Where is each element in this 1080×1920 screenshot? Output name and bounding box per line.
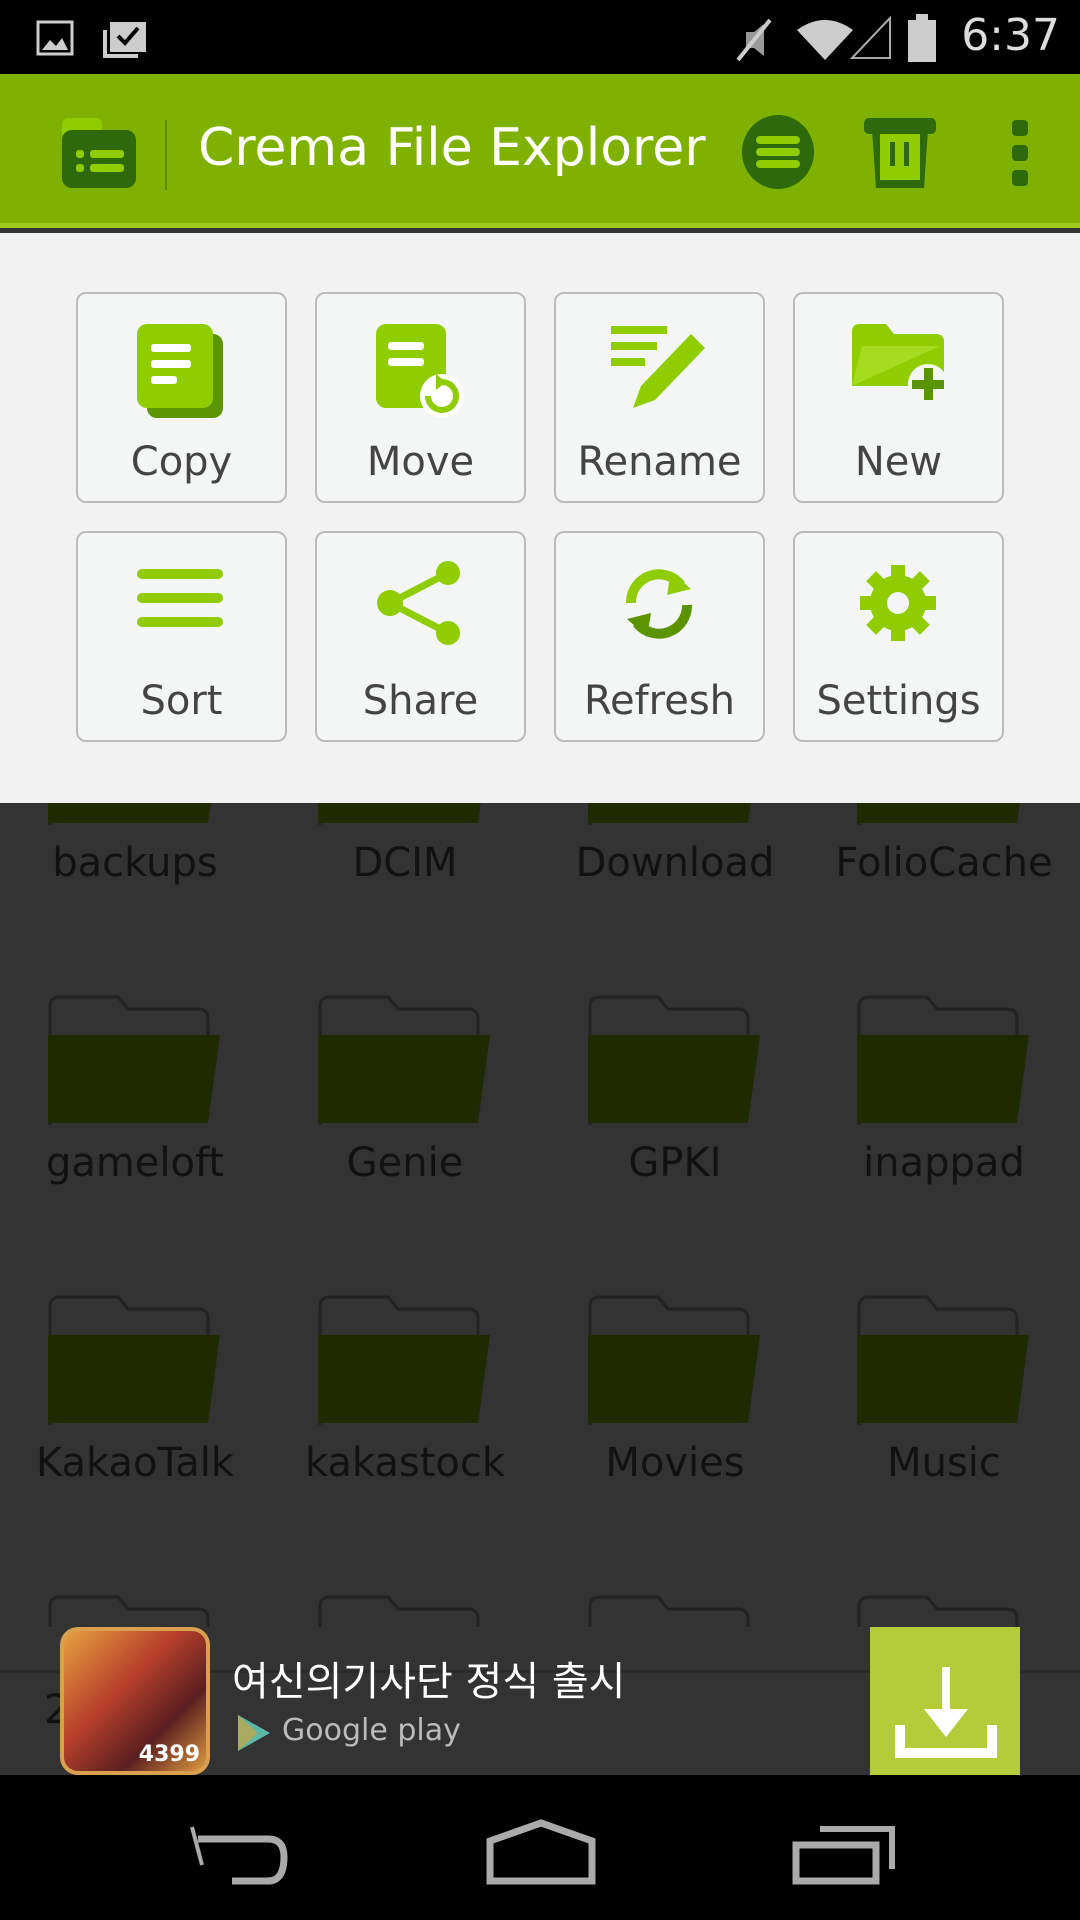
google-play-icon xyxy=(238,1715,270,1751)
folder-name[interactable]: backups xyxy=(0,840,270,886)
menu-button-new[interactable]: New xyxy=(793,292,1004,503)
menu-button-label: New xyxy=(854,439,943,485)
menu-button-rename[interactable]: Rename xyxy=(554,292,765,503)
recent-apps-icon[interactable] xyxy=(792,1825,896,1885)
menu-button-label: Share xyxy=(362,678,479,724)
folder-icon[interactable] xyxy=(588,995,760,1125)
clock: 6:37 xyxy=(961,10,1060,61)
folder-icon[interactable] xyxy=(588,1295,760,1425)
overflow-menu-icon[interactable] xyxy=(1010,120,1032,186)
folder-name[interactable]: GPKI xyxy=(540,1140,810,1186)
home-icon[interactable] xyxy=(486,1819,596,1885)
app-title: Crema File Explorer xyxy=(198,118,706,178)
refresh-icon xyxy=(625,569,693,639)
app-logo-folder-icon xyxy=(62,118,136,188)
sort-icon xyxy=(137,569,223,627)
menu-button-label: Rename xyxy=(577,439,742,485)
menu-button-move[interactable]: Move xyxy=(315,292,526,503)
folder-name[interactable]: Movies xyxy=(540,1440,810,1486)
mute-icon xyxy=(736,18,772,62)
clipboard-check-icon xyxy=(103,22,146,58)
download-icon xyxy=(895,1667,997,1758)
ad-badge: 4399 xyxy=(138,1742,200,1767)
folder-name[interactable]: kakastock xyxy=(270,1440,540,1486)
copy-icon xyxy=(137,324,223,418)
folder-icon[interactable] xyxy=(857,1295,1029,1425)
folder-name[interactable]: Music xyxy=(809,1440,1079,1486)
menu-button-label: Settings xyxy=(816,678,981,724)
folder-name[interactable]: DCIM xyxy=(270,840,540,886)
navigation-bar xyxy=(0,1775,1080,1920)
list-view-icon[interactable] xyxy=(740,114,816,190)
wifi-icon xyxy=(797,20,853,60)
divider xyxy=(165,120,167,190)
back-icon[interactable] xyxy=(188,1825,292,1885)
folder-icon[interactable] xyxy=(318,995,490,1125)
folder-icon[interactable] xyxy=(48,1295,220,1425)
menu-button-refresh[interactable]: Refresh xyxy=(554,531,765,742)
ad-download-button[interactable] xyxy=(870,1627,1020,1775)
folder-icon[interactable] xyxy=(857,995,1029,1125)
folder-icon[interactable] xyxy=(318,1295,490,1425)
rename-icon xyxy=(611,326,705,408)
folder-name[interactable]: Genie xyxy=(270,1140,540,1186)
folder-name[interactable]: Download xyxy=(540,840,810,886)
folder-name[interactable]: inappad xyxy=(809,1140,1079,1186)
google-play-label: Google play xyxy=(282,1713,461,1748)
ad-banner[interactable]: 2 4399 여신의기사단 정식 출시 Google play xyxy=(0,1627,1080,1775)
settings-icon xyxy=(860,565,936,641)
signal-icon xyxy=(850,16,891,59)
folder-icon[interactable] xyxy=(48,995,220,1125)
move-icon xyxy=(376,324,464,418)
menu-button-share[interactable]: Share xyxy=(315,531,526,742)
action-menu-panel: Copy Move Rename New Sort Share Refresh Setting… xyxy=(0,233,1080,803)
folder-name[interactable]: KakaoTalk xyxy=(0,1440,270,1486)
folder-name[interactable]: FolioCache xyxy=(809,840,1079,886)
menu-button-label: Copy xyxy=(130,439,233,485)
trash-icon[interactable] xyxy=(862,116,938,190)
menu-button-label: Refresh xyxy=(583,678,736,724)
menu-button-sort[interactable]: Sort xyxy=(76,531,287,742)
battery-icon xyxy=(908,14,936,62)
menu-button-label: Sort xyxy=(140,678,223,724)
ad-app-icon[interactable]: 4399 xyxy=(60,1627,210,1775)
menu-button-copy[interactable]: Copy xyxy=(76,292,287,503)
ad-title: 여신의기사단 정식 출시 xyxy=(232,1659,626,1705)
status-bar: 6:37 xyxy=(0,0,1080,74)
gallery-icon xyxy=(36,20,74,56)
folder-name[interactable]: gameloft xyxy=(0,1140,270,1186)
menu-button-label: Move xyxy=(366,439,475,485)
app-bar: Crema File Explorer xyxy=(0,74,1080,228)
share-icon xyxy=(377,561,460,645)
menu-button-settings[interactable]: Settings xyxy=(793,531,1004,742)
new-folder-icon xyxy=(852,324,948,404)
